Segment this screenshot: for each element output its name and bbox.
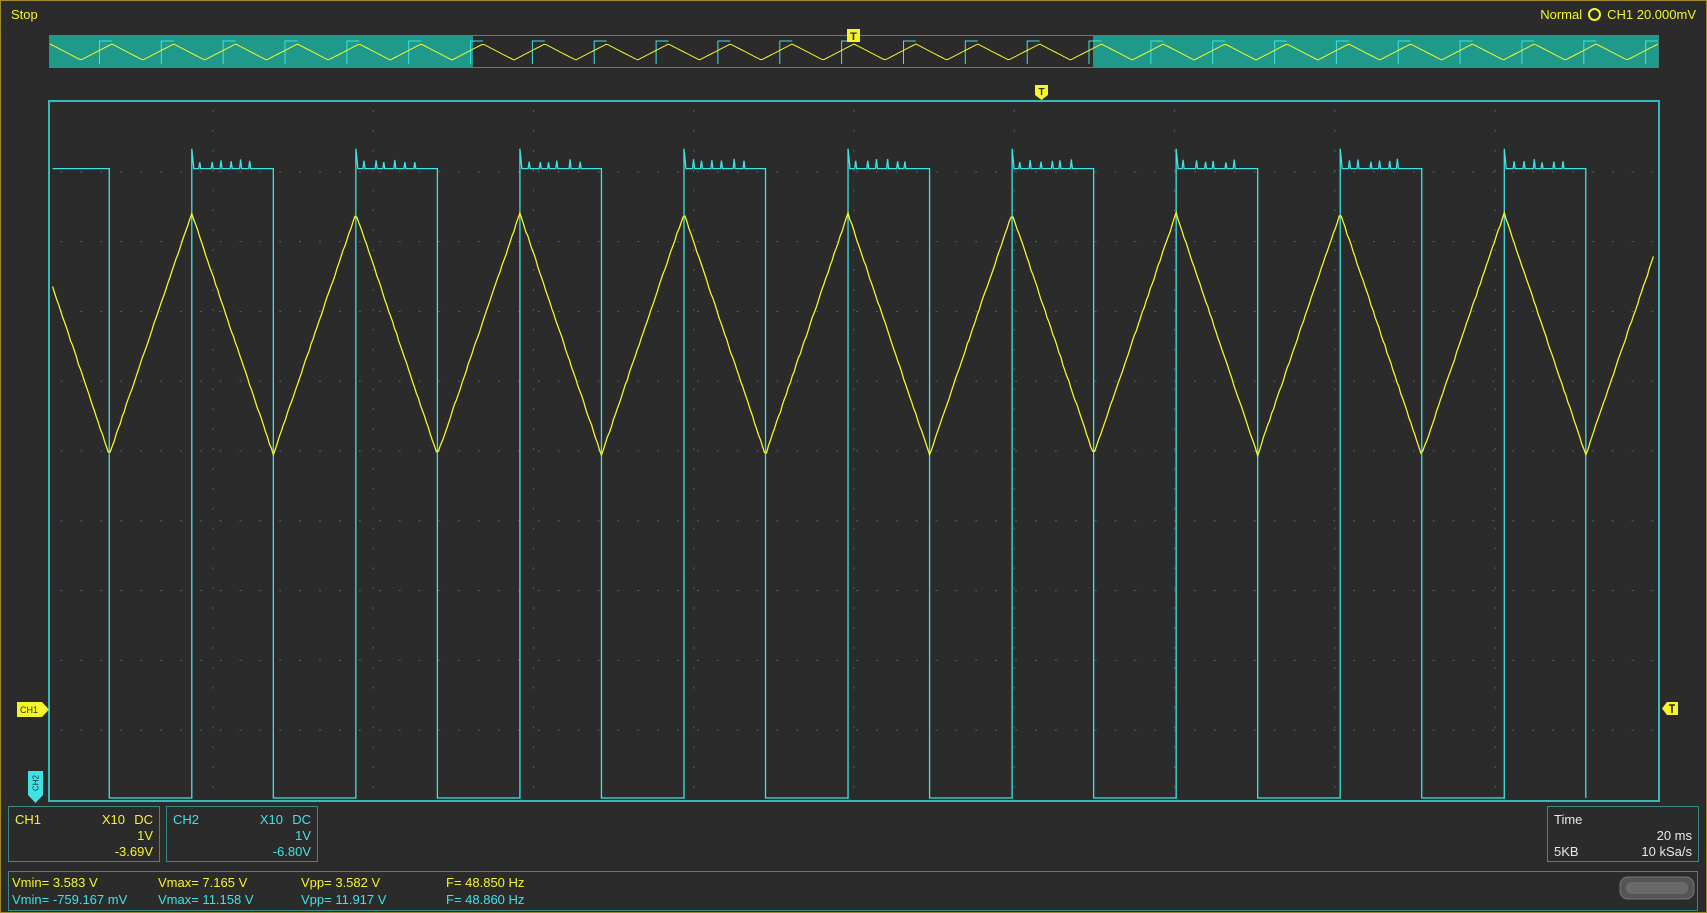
- waveform-display[interactable]: [48, 100, 1660, 802]
- ch2-probe: X10: [260, 812, 283, 827]
- ch1-vmin: Vmin= 3.583 V: [12, 875, 98, 890]
- overview-trigger-marker[interactable]: T: [846, 28, 862, 44]
- ch1-scale: 1V: [137, 828, 153, 843]
- svg-text:CH2: CH2: [32, 774, 41, 791]
- timebase-title: Time: [1554, 812, 1582, 827]
- ch2-level-marker[interactable]: CH2: [27, 770, 45, 804]
- ch1-waveform: [53, 212, 1654, 455]
- ch1-vmax: Vmax= 7.165 V: [158, 875, 247, 890]
- ch2-label: CH2: [173, 812, 199, 827]
- svg-text:T: T: [850, 31, 857, 43]
- ch2-vmax: Vmax= 11.158 V: [158, 892, 254, 907]
- ch2-coupling: DC: [292, 812, 311, 827]
- sample-rate: 10 kSa/s: [1641, 844, 1692, 859]
- svg-text:T: T: [1038, 87, 1044, 98]
- ch1-coupling: DC: [134, 812, 153, 827]
- timebase-panel[interactable]: Time 20 ms 5KB 10 kSa/s: [1547, 806, 1699, 862]
- measurement-bar[interactable]: Vmin= 3.583 V Vmax= 7.165 V Vpp= 3.582 V…: [8, 871, 1698, 911]
- ch2-scale: 1V: [295, 828, 311, 843]
- ch1-level-marker[interactable]: CH1: [16, 701, 50, 718]
- trigger-edge-icon: [1588, 8, 1601, 21]
- ch1-frequency: F= 48.850 Hz: [446, 875, 524, 890]
- trigger-info[interactable]: Normal CH1 20.000mV: [1540, 7, 1696, 22]
- timebase-value: 20 ms: [1657, 828, 1692, 843]
- brand-logo: [1618, 873, 1696, 903]
- ch2-settings-panel[interactable]: CH2 X10 DC 1V -6.80V: [166, 806, 318, 862]
- ch1-probe: X10: [102, 812, 125, 827]
- trigger-mode: Normal: [1540, 7, 1582, 22]
- ch1-label: CH1: [15, 812, 41, 827]
- memory-depth: 5KB: [1554, 844, 1579, 859]
- ch2-waveform: [53, 149, 1586, 798]
- ch1-settings-panel[interactable]: CH1 X10 DC 1V -3.69V: [8, 806, 160, 862]
- svg-text:CH1: CH1: [20, 705, 38, 715]
- ch1-offset: -3.69V: [115, 844, 153, 859]
- graticule: [61, 110, 1654, 788]
- ch2-frequency: F= 48.860 Hz: [446, 892, 524, 907]
- trigger-source-level: CH1 20.000mV: [1607, 7, 1696, 22]
- trigger-level-marker[interactable]: [1661, 701, 1679, 717]
- ch2-offset: -6.80V: [273, 844, 311, 859]
- acquisition-status[interactable]: Stop: [11, 7, 38, 22]
- ch2-vmin: Vmin= -759.167 mV: [12, 892, 127, 907]
- ch1-vpp: Vpp= 3.582 V: [301, 875, 380, 890]
- ch2-vpp: Vpp= 11.917 V: [301, 892, 386, 907]
